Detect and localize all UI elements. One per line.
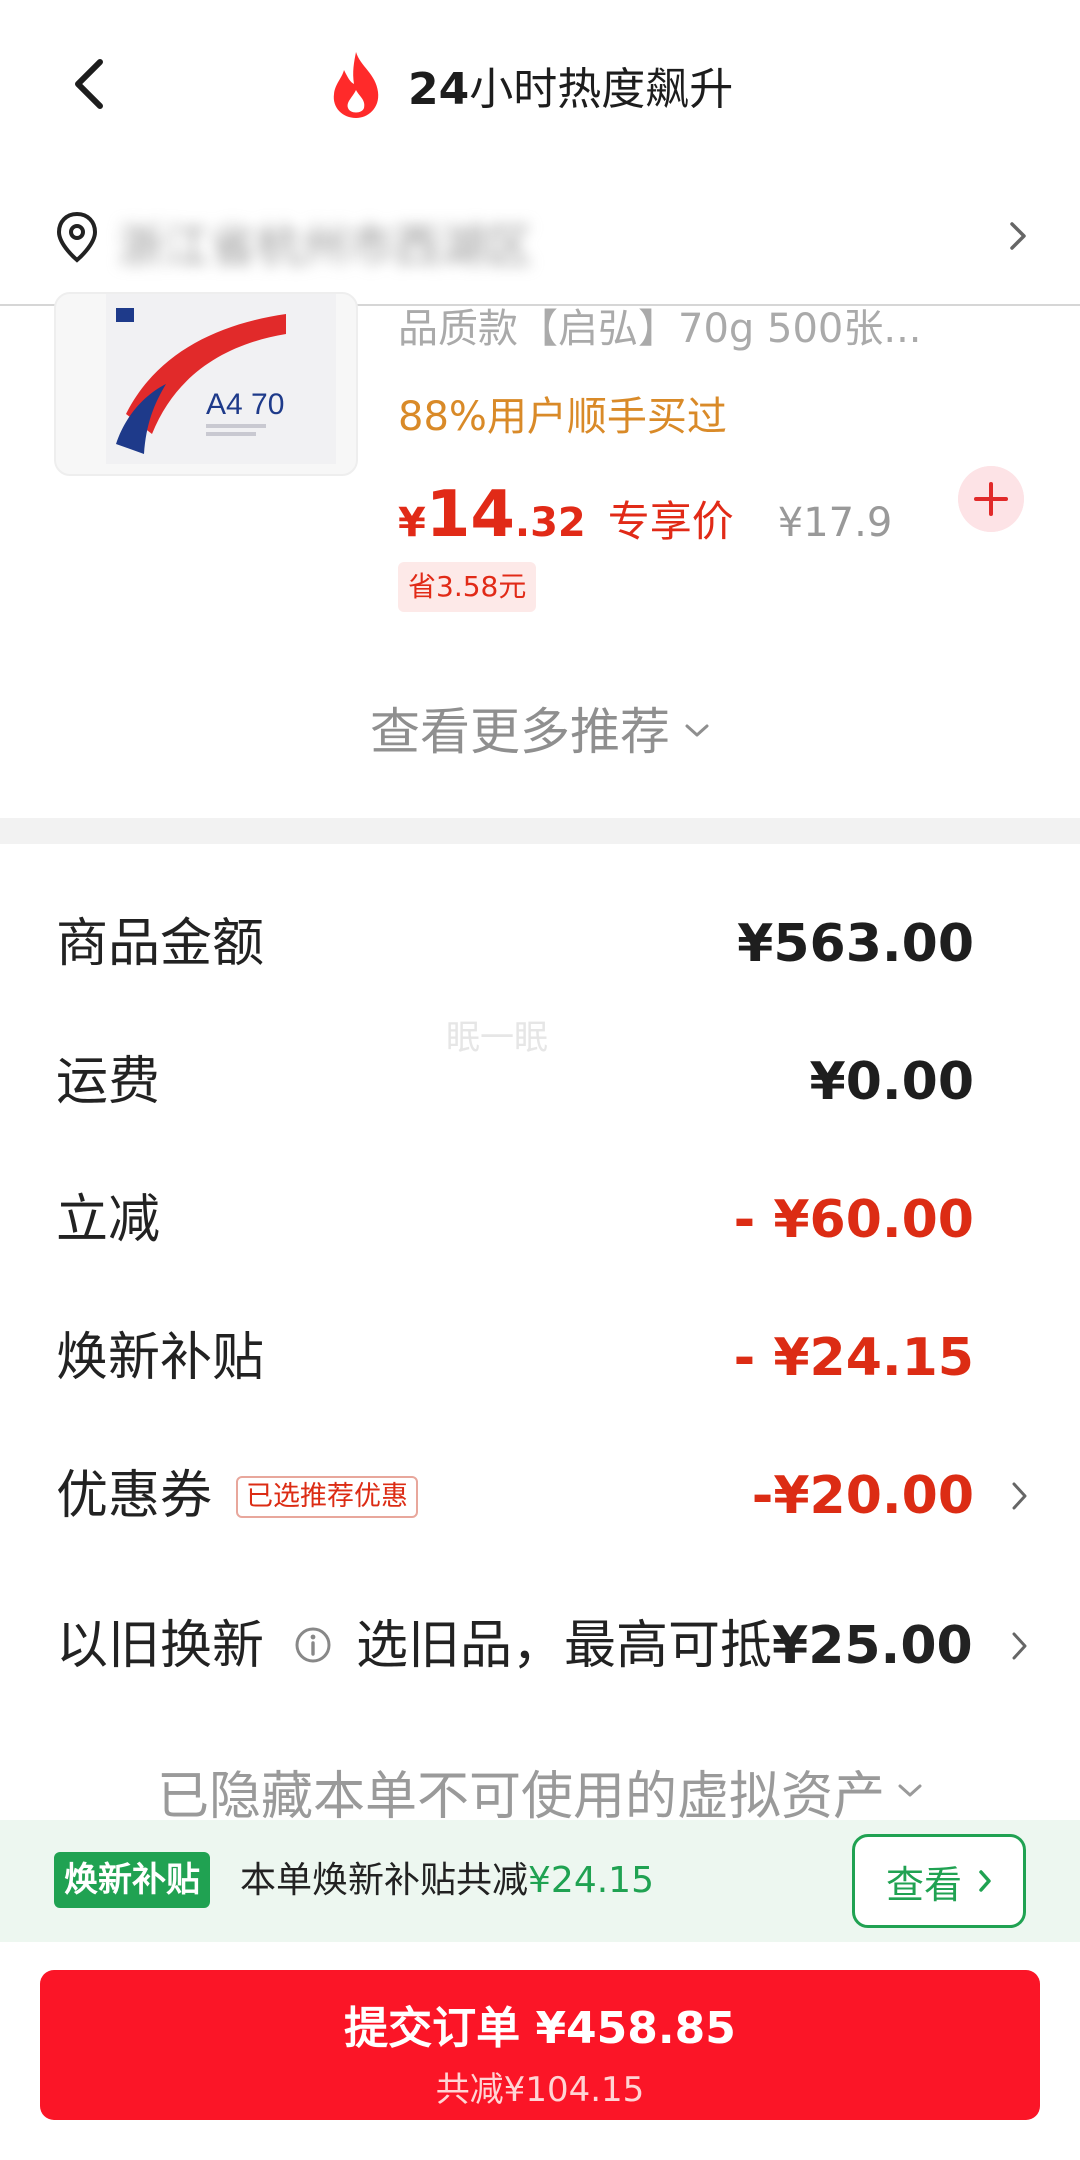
submit-bar: 提交订单 ¥458.85 共减¥104.15 <box>0 1942 1080 2160</box>
view-subsidy-button[interactable]: 查看 <box>852 1834 1026 1928</box>
trade-in-label: 以旧换新 <box>56 1616 265 1676</box>
hidden-virtual-assets[interactable]: 已隐藏本单不可使用的虚拟资产 <box>0 1756 1080 1826</box>
submit-total-discount: 共减¥104.15 <box>435 2070 645 2110</box>
trade-in-prefix: 选旧品，最高可抵 <box>356 1616 773 1676</box>
coupon-row[interactable]: 优惠券 已选推荐优惠 -¥20.00 <box>0 1436 1080 1556</box>
subsidy-text: 本单焕新补贴共减¥24.15 <box>240 1820 654 1942</box>
renew-subsidy-label: 焕新补贴 <box>56 1328 265 1388</box>
back-arrow-icon[interactable] <box>70 58 110 110</box>
subsidy-tag: 焕新补贴 <box>54 1852 210 1908</box>
view-more-label: 查看更多推荐 <box>370 703 670 761</box>
header: 24小时热度飙升 <box>0 0 1080 170</box>
renew-subsidy-row: 焕新补贴 - ¥24.15 <box>0 1298 1080 1418</box>
page-title-text: 小时热度飙升 <box>469 64 734 115</box>
product-image[interactable]: A4 70 <box>54 292 358 476</box>
instant-discount-row: 立减 - ¥60.00 <box>0 1160 1080 1280</box>
header-title-group: 24小时热度飙升 <box>326 48 733 122</box>
chevron-right-icon <box>1010 222 1026 250</box>
subsidy-banner: 焕新补贴 本单焕新补贴共减¥24.15 查看 <box>0 1820 1080 1942</box>
submit-order-button[interactable]: 提交订单 ¥458.85 共减¥104.15 <box>40 1970 1040 2120</box>
submit-order-label: 提交订单 ¥458.85 <box>344 2003 736 2054</box>
paper-box-illustration: A4 70 <box>106 294 336 464</box>
trade-in-amount: ¥25.00 <box>772 1616 973 1676</box>
trade-in-description: 选旧品，最高可抵¥25.00 <box>356 1586 973 1706</box>
subsidy-text-label: 本单焕新补贴共减 <box>240 1860 529 1901</box>
chevron-right-icon <box>1012 1632 1027 1660</box>
address-text: 浙江省杭州市西湖区 <box>118 219 532 273</box>
info-icon[interactable] <box>294 1626 332 1664</box>
subsidy-amount: ¥24.15 <box>528 1860 654 1901</box>
add-to-cart-plus-icon[interactable] <box>958 466 1024 532</box>
price-currency: ¥ <box>398 500 426 546</box>
delivery-address[interactable]: 浙江省杭州市西湖区 <box>0 190 1080 306</box>
renew-subsidy-value: - ¥24.15 <box>733 1328 974 1388</box>
goods-amount-row: 商品金额 ¥563.00 <box>0 884 1080 1004</box>
shipping-row: 运费 ¥0.00 <box>0 1022 1080 1142</box>
view-subsidy-label: 查看 <box>885 1862 962 1907</box>
recommended-product[interactable]: A4 70 品质款【启弘】70g 500张... 88%用户顺手买过 ¥ 14 … <box>0 292 1080 636</box>
view-more-recommendations[interactable]: 查看更多推荐 <box>0 690 1080 766</box>
product-price: ¥ 14 .32 专享价 ¥17.9 <box>398 478 892 552</box>
location-pin-icon <box>56 211 98 263</box>
goods-amount-label: 商品金额 <box>56 914 265 974</box>
shipping-value: ¥0.00 <box>809 1052 974 1112</box>
box-label: A4 70 <box>206 388 284 421</box>
chevron-down-icon <box>685 724 709 737</box>
original-price: ¥17.9 <box>777 500 893 546</box>
hidden-assets-label: 已隐藏本单不可使用的虚拟资产 <box>156 1766 885 1827</box>
address-text-obscured: 浙江省杭州市西湖区 <box>118 202 532 284</box>
product-bought-note: 88%用户顺手买过 <box>398 394 727 440</box>
page-title: 24小时热度飙升 <box>408 53 733 117</box>
product-name: 品质款【启弘】70g 500张... <box>398 306 922 352</box>
coupon-label: 优惠券 <box>56 1466 213 1526</box>
price-integer: 14 <box>425 478 515 552</box>
exclusive-price-tag: 专享价 <box>607 497 734 546</box>
instant-discount-value: - ¥60.00 <box>733 1190 974 1250</box>
coupon-recommended-badge: 已选推荐优惠 <box>236 1476 418 1518</box>
price-decimal: .32 <box>514 500 586 546</box>
shipping-label: 运费 <box>56 1052 161 1112</box>
coupon-value: -¥20.00 <box>751 1466 974 1526</box>
instant-discount-label: 立减 <box>56 1190 161 1250</box>
chevron-down-icon <box>898 1784 922 1797</box>
save-badge: 省3.58元 <box>398 562 537 612</box>
chevron-right-icon <box>979 1870 991 1892</box>
section-divider <box>0 818 1080 844</box>
trade-in-row[interactable]: 以旧换新 选旧品，最高可抵¥25.00 <box>0 1586 1080 1706</box>
page-title-number: 24 <box>408 64 470 115</box>
flame-icon <box>333 52 379 118</box>
chevron-right-icon <box>1012 1482 1027 1510</box>
goods-amount-value: ¥563.00 <box>737 914 974 974</box>
